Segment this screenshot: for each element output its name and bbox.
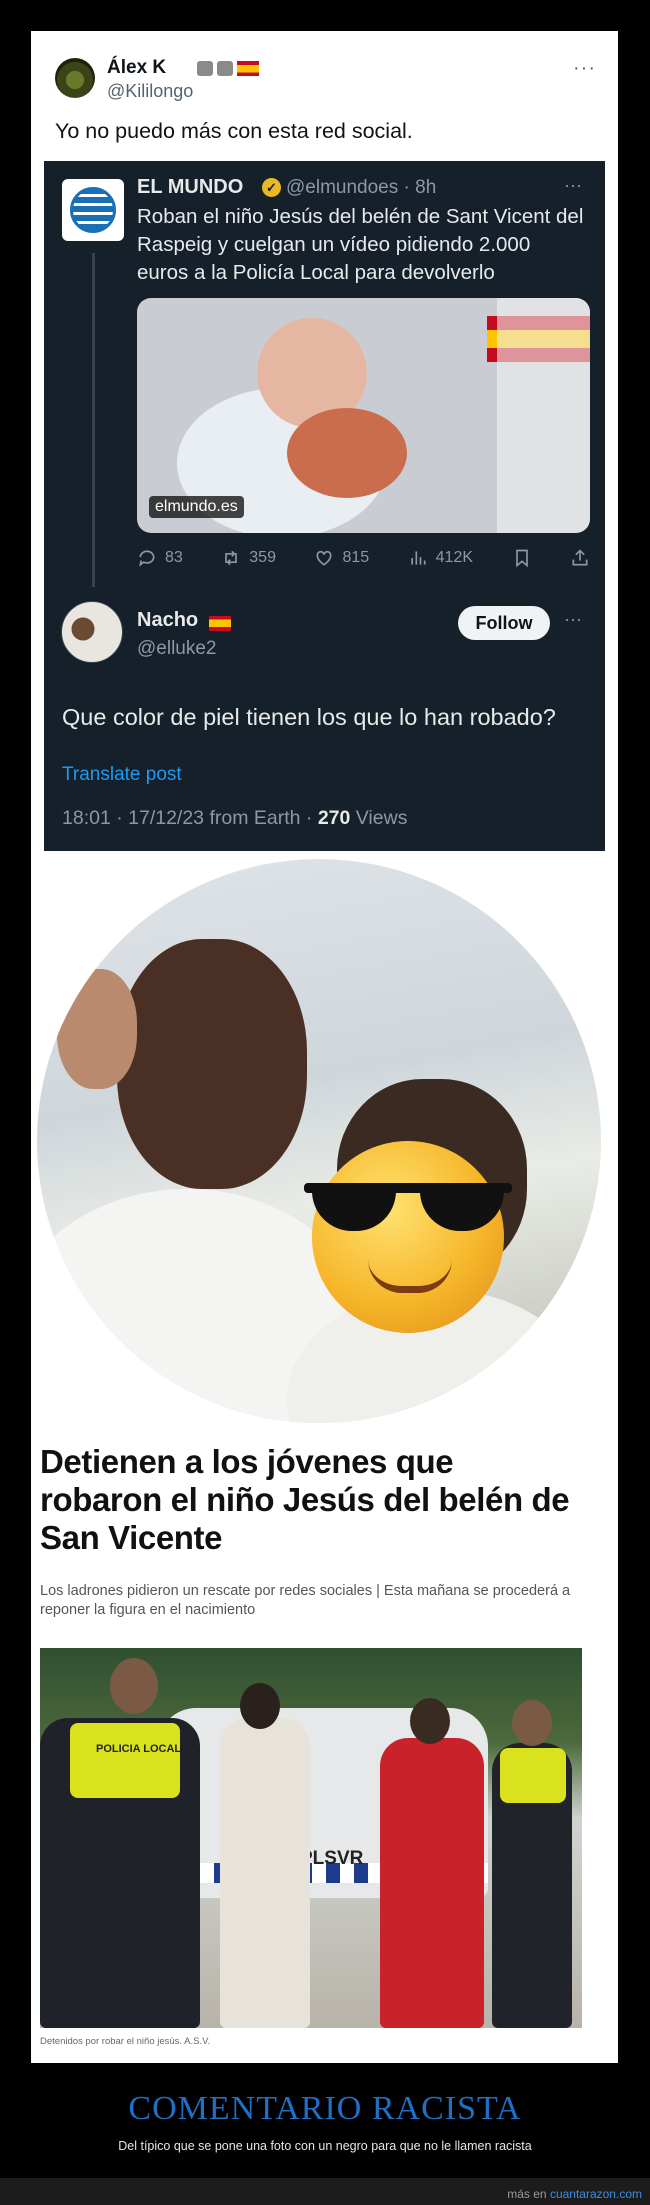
photo-suspect-one-head <box>240 1683 280 1729</box>
tweet-action-bar: 83 359 815 412K <box>137 543 590 573</box>
el-mundo-logo[interactable] <box>62 179 124 241</box>
like-button[interactable]: 815 <box>314 548 369 568</box>
photo-caption: Detenidos por robar el niño jesús. A.S.V… <box>40 2036 211 2047</box>
spain-flag-icon <box>237 61 259 76</box>
more-options-icon[interactable]: ··· <box>564 609 582 630</box>
meme-subtitle: Del típico que se pone una foto con un n… <box>118 2139 532 2153</box>
alex-handle[interactable]: @Kililongo <box>107 81 193 102</box>
article-headline: Detienen a los jóvenes que robaron el ni… <box>40 1443 570 1556</box>
alex-avatar[interactable] <box>55 58 95 98</box>
nacho-avatar[interactable] <box>61 601 123 663</box>
follow-button[interactable]: Follow <box>458 606 550 640</box>
alex-name-emojis <box>197 61 259 76</box>
photo-suspect-two-head <box>410 1698 450 1744</box>
meme-frame: Álex K @Kililongo ··· Yo no puedo más co… <box>31 31 618 2063</box>
image-banknotes <box>287 408 407 498</box>
more-options-icon[interactable]: ··· <box>564 175 582 196</box>
photo-man-face <box>117 939 307 1189</box>
post-views-count: 270 <box>317 807 351 829</box>
credit-prefix: más en <box>507 2187 550 2201</box>
views-button[interactable]: 412K <box>408 548 473 568</box>
views-chart-icon <box>410 551 426 565</box>
photo-background-person <box>57 969 137 1089</box>
like-count: 815 <box>342 549 370 566</box>
globe-icon <box>70 187 116 233</box>
heart-icon <box>316 550 332 566</box>
post-metadata: 18:01 · 17/12/23 from Earth · 270 Views <box>62 807 407 830</box>
quoted-tweet-screenshot: EL MUNDO ✓ @elmundoes · 8h ··· Roban el … <box>44 161 605 851</box>
repost-count: 359 <box>249 549 276 566</box>
news-image[interactable]: elmundo.es <box>137 298 590 533</box>
car-emoji-icon <box>217 61 233 76</box>
photo-officer-head <box>110 1658 158 1714</box>
repost-icon <box>225 550 238 566</box>
reply-icon <box>139 550 155 567</box>
meme-title: COMENTARIO RACISTA <box>128 2090 522 2127</box>
bookmark-button[interactable] <box>512 548 532 568</box>
photo-badge-text: POLICIA LOCAL <box>96 1743 182 1755</box>
glasses-right-lens <box>420 1187 504 1231</box>
more-options-icon[interactable]: ··· <box>573 57 596 80</box>
photo-officer-right-vest <box>500 1748 566 1803</box>
image-domain-label: elmundo.es <box>149 496 244 518</box>
nacho-handle[interactable]: @elluke2 <box>137 638 217 660</box>
article-subtitle: Los ladrones pidieron un rescate por red… <box>40 1583 571 1618</box>
verified-badge-icon: ✓ <box>262 178 281 197</box>
quoted-tweet-text: Roban el niño Jesús del belén de Sant Vi… <box>137 205 584 284</box>
nacho-display-name[interactable]: Nacho <box>137 609 198 632</box>
bookmark-icon <box>515 549 528 568</box>
photo-suspect-one <box>220 1718 310 2028</box>
top-tweet: Álex K @Kililongo ··· Yo no puedo más co… <box>33 33 616 157</box>
sunglasses-emoji-icon <box>304 1141 512 1333</box>
spain-flag-icon <box>209 616 231 631</box>
site-link[interactable]: cuantarazon.com <box>550 2187 642 2201</box>
circular-profile-photo <box>37 859 601 1423</box>
reply-count: 83 <box>165 549 183 566</box>
post-views-label: Views <box>350 807 408 829</box>
reply-button[interactable]: 83 <box>137 548 183 568</box>
glasses-left-lens <box>312 1187 396 1231</box>
translate-post-link[interactable]: Translate post <box>62 764 182 786</box>
el-mundo-handle-time[interactable]: @elmundoes · 8h <box>286 177 436 199</box>
share-icon <box>572 549 588 566</box>
el-mundo-display-name[interactable]: EL MUNDO <box>137 176 243 199</box>
tweet-text: Yo no puedo más con esta red social. <box>55 119 413 143</box>
image-right-cloth <box>497 298 590 533</box>
emoji-smile <box>368 1259 452 1293</box>
reply-text: Que color de piel tienen los que lo han … <box>62 704 556 730</box>
share-button[interactable] <box>570 548 590 568</box>
repost-button[interactable]: 359 <box>221 548 276 568</box>
views-count: 412K <box>435 549 474 566</box>
photo-officer-vest <box>70 1723 180 1798</box>
alex-display-name[interactable]: Álex K <box>107 57 166 79</box>
police-photo: PLSVR POLICIA LOCAL <box>40 1648 582 2028</box>
post-timestamp[interactable]: 18:01 · 17/12/23 from Earth · <box>62 807 318 829</box>
thread-line <box>92 253 95 587</box>
photo-suspect-two <box>380 1738 484 2028</box>
site-credit: más en cuantarazon.com <box>507 2187 642 2201</box>
apple-emoji-icon <box>197 61 213 76</box>
photo-officer-right-head <box>512 1700 552 1746</box>
